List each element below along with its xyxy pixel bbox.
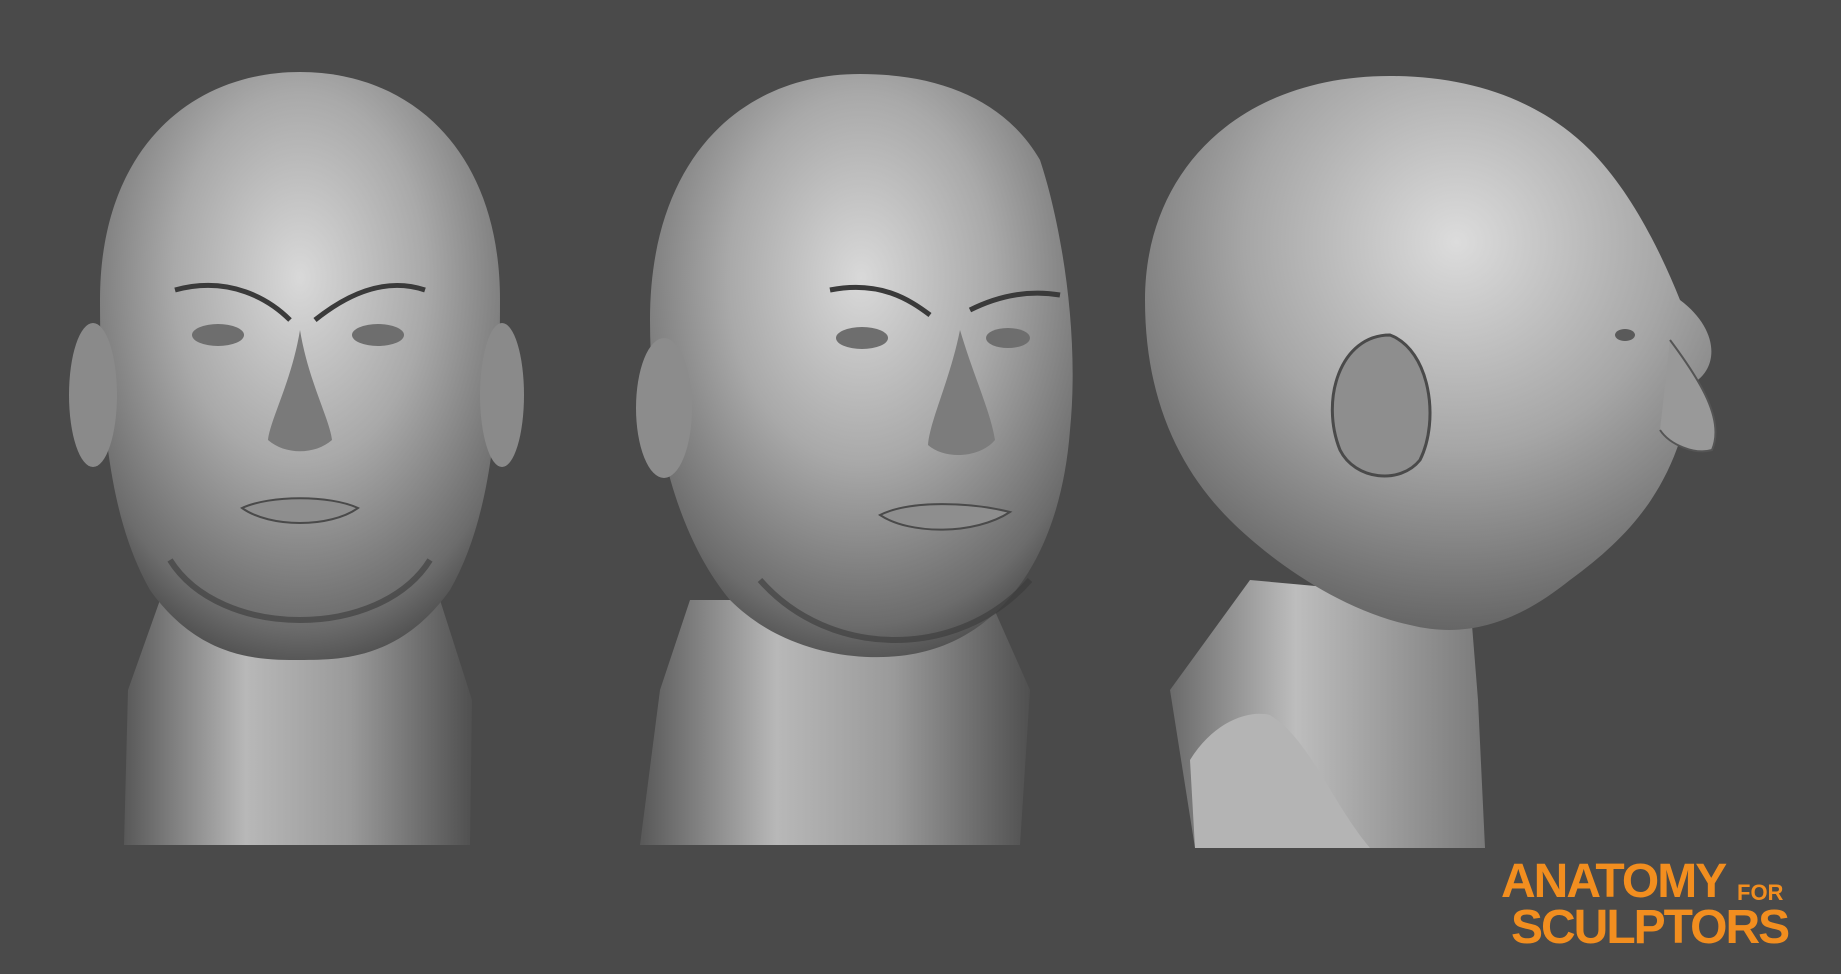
front-eye-left: [192, 324, 244, 346]
three-quarter-view-head: [636, 74, 1073, 845]
front-ear-right: [480, 323, 524, 467]
tq-skull: [650, 74, 1073, 658]
front-ear-left: [69, 323, 117, 467]
profile-eye: [1615, 329, 1635, 341]
anatomy-for-sculptors-logo: ANATOMY FOR SCULPTORS: [1501, 855, 1811, 952]
logo-line2: SCULPTORS: [1511, 901, 1790, 954]
front-view-head: [69, 72, 524, 845]
profile-ear: [1330, 333, 1432, 478]
sculpture-stage: [69, 72, 1717, 848]
logo-line1: ANATOMY: [1501, 855, 1727, 908]
front-eye-right: [352, 324, 404, 346]
tq-eye-right: [986, 328, 1030, 348]
profile-view-head: [1145, 76, 1717, 848]
tq-eye-left: [836, 327, 888, 349]
profile-skull: [1145, 76, 1712, 630]
tq-ear: [636, 338, 692, 478]
